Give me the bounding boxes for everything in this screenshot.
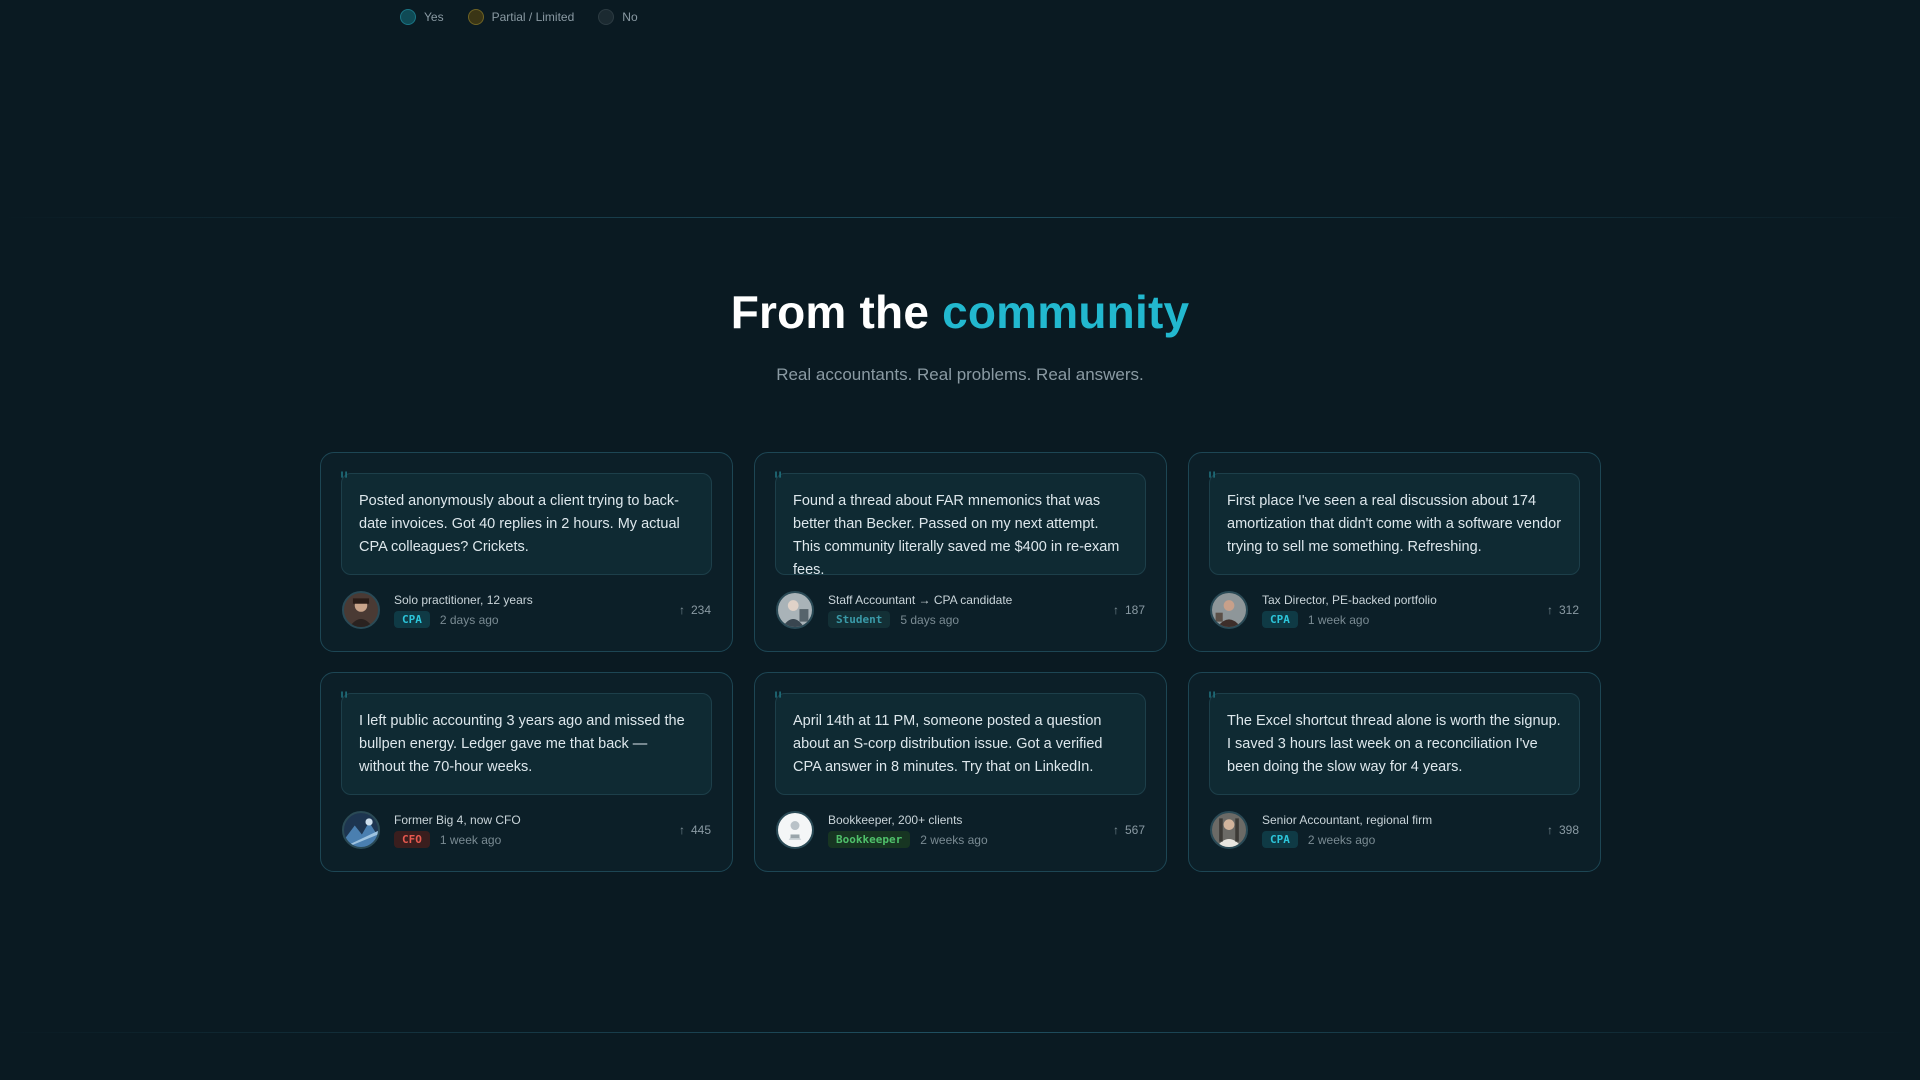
quote-mark-icon: " bbox=[339, 469, 350, 494]
arrow-up-icon: ↑ bbox=[1112, 603, 1119, 617]
upvote-count[interactable]: ↑ 234 bbox=[679, 603, 711, 617]
legend-dot-partial bbox=[467, 9, 484, 25]
upvote-count[interactable]: ↑ 445 bbox=[679, 823, 711, 837]
arrow-up-icon: ↑ bbox=[678, 603, 685, 617]
legend-label: Partial / Limited bbox=[491, 10, 575, 24]
role-badge: Bookkeeper bbox=[828, 831, 911, 848]
author-role: Bookkeeper, 200+ clients bbox=[828, 813, 963, 827]
testimonial-card: " The Excel shortcut thread alone is wor… bbox=[1188, 672, 1601, 872]
testimonial-card: " I left public accounting 3 years ago a… bbox=[320, 672, 733, 872]
vote-count: 445 bbox=[690, 823, 711, 837]
vote-count: 567 bbox=[1124, 823, 1145, 837]
avatar bbox=[776, 811, 814, 849]
avatar bbox=[776, 591, 814, 629]
testimonial-card: " April 14th at 11 PM, someone posted a … bbox=[754, 672, 1167, 872]
author-info: Staff Accountant → CPA candidate Student… bbox=[828, 592, 1113, 628]
quote-mark-icon: " bbox=[773, 689, 784, 714]
author-info: Tax Director, PE-backed portfolio CPA 1 … bbox=[1262, 592, 1547, 628]
post-time: 2 weeks ago bbox=[1307, 832, 1376, 847]
author-role: Senior Accountant, regional firm bbox=[1262, 813, 1433, 827]
post-time: 1 week ago bbox=[439, 832, 502, 847]
author-meta: CPA 2 days ago bbox=[394, 611, 679, 628]
role-badge: CPA bbox=[1262, 831, 1298, 848]
legend-dot-yes bbox=[400, 9, 416, 25]
author-info: Senior Accountant, regional firm CPA 2 w… bbox=[1262, 812, 1547, 848]
vote-count: 398 bbox=[1558, 823, 1579, 837]
section-title-prefix: From the bbox=[730, 286, 930, 338]
arrow-up-icon: ↑ bbox=[1112, 823, 1119, 837]
post-time: 5 days ago bbox=[900, 612, 960, 627]
testimonial-footer: Tax Director, PE-backed portfolio CPA 1 … bbox=[1209, 591, 1580, 629]
quote-mark-icon: " bbox=[339, 689, 350, 714]
testimonial-quote: Found a thread about FAR mnemonics that … bbox=[775, 473, 1146, 578]
avatar bbox=[1210, 811, 1248, 849]
section-divider bbox=[0, 217, 1920, 218]
author-meta: CFO 1 week ago bbox=[394, 831, 679, 848]
role-badge: CPA bbox=[394, 611, 430, 628]
testimonial-footer: Solo practitioner, 12 years CPA 2 days a… bbox=[341, 591, 712, 629]
post-time: 1 week ago bbox=[1307, 612, 1370, 627]
role-badge: CPA bbox=[1262, 611, 1298, 628]
testimonial-footer: Former Big 4, now CFO CFO 1 week ago ↑ 4… bbox=[341, 811, 712, 849]
author-info: Former Big 4, now CFO CFO 1 week ago bbox=[394, 812, 679, 848]
author-role: Former Big 4, now CFO bbox=[394, 813, 521, 827]
testimonial-footer: Bookkeeper, 200+ clients Bookkeeper 2 we… bbox=[775, 811, 1146, 849]
testimonial-quote: Posted anonymously about a client trying… bbox=[341, 473, 712, 575]
author-meta: CPA 2 weeks ago bbox=[1262, 831, 1547, 848]
quote-mark-icon: " bbox=[1207, 469, 1218, 494]
author-meta: Student 5 days ago bbox=[828, 611, 1113, 628]
testimonial-footer: Senior Accountant, regional firm CPA 2 w… bbox=[1209, 811, 1580, 849]
upvote-count[interactable]: ↑ 312 bbox=[1547, 603, 1579, 617]
author-info: Bookkeeper, 200+ clients Bookkeeper 2 we… bbox=[828, 812, 1113, 848]
testimonial-quote: The Excel shortcut thread alone is worth… bbox=[1209, 693, 1580, 795]
quote-mark-icon: " bbox=[1207, 689, 1218, 714]
testimonial-card: " Found a thread about FAR mnemonics tha… bbox=[754, 452, 1167, 652]
upvote-count[interactable]: ↑ 187 bbox=[1113, 603, 1145, 617]
vote-count: 187 bbox=[1124, 603, 1145, 617]
quote-mark-icon: " bbox=[773, 469, 784, 494]
vote-count: 312 bbox=[1558, 603, 1579, 617]
author-role: Tax Director, PE-backed portfolio bbox=[1262, 593, 1437, 607]
upvote-count[interactable]: ↑ 567 bbox=[1113, 823, 1145, 837]
vote-count: 234 bbox=[690, 603, 711, 617]
author-meta: Bookkeeper 2 weeks ago bbox=[828, 831, 1113, 848]
legend-item-yes: Yes bbox=[400, 9, 444, 25]
legend-item-no: No bbox=[598, 9, 638, 25]
section-title-accent: community bbox=[942, 286, 1190, 338]
arrow-up-icon: ↑ bbox=[1546, 823, 1553, 837]
upvote-count[interactable]: ↑ 398 bbox=[1547, 823, 1579, 837]
testimonial-quote: I left public accounting 3 years ago and… bbox=[341, 693, 712, 795]
author-role: Staff Accountant → CPA candidate bbox=[828, 593, 1013, 607]
testimonial-quote: First place I've seen a real discussion … bbox=[1209, 473, 1580, 575]
section-subtitle: Real accountants. Real problems. Real an… bbox=[776, 365, 1144, 384]
author-role: Solo practitioner, 12 years bbox=[394, 593, 533, 607]
avatar bbox=[342, 811, 380, 849]
testimonial-card: " Posted anonymously about a client tryi… bbox=[320, 452, 733, 652]
author-meta: CPA 1 week ago bbox=[1262, 611, 1547, 628]
testimonial-grid: " Posted anonymously about a client tryi… bbox=[320, 452, 1601, 872]
role-badge: CFO bbox=[394, 831, 430, 848]
testimonial-footer: Staff Accountant → CPA candidate Student… bbox=[775, 591, 1146, 629]
avatar bbox=[342, 591, 380, 629]
legend-label: No bbox=[622, 10, 638, 24]
legend-label: Yes bbox=[424, 10, 444, 24]
availability-legend: Yes Partial / Limited No bbox=[400, 9, 638, 25]
role-badge: Student bbox=[828, 611, 891, 628]
section-title: From the community bbox=[0, 285, 1920, 339]
post-time: 2 days ago bbox=[439, 612, 499, 627]
section-divider bbox=[0, 1032, 1920, 1033]
legend-item-partial: Partial / Limited bbox=[467, 9, 575, 25]
author-info: Solo practitioner, 12 years CPA 2 days a… bbox=[394, 592, 679, 628]
testimonial-card: " First place I've seen a real discussio… bbox=[1188, 452, 1601, 652]
avatar bbox=[1210, 591, 1248, 629]
post-time: 2 weeks ago bbox=[920, 832, 988, 847]
testimonial-quote: April 14th at 11 PM, someone posted a qu… bbox=[775, 693, 1146, 795]
arrow-up-icon: ↑ bbox=[1546, 603, 1553, 617]
arrow-up-icon: ↑ bbox=[678, 823, 685, 837]
legend-dot-no bbox=[598, 9, 615, 25]
